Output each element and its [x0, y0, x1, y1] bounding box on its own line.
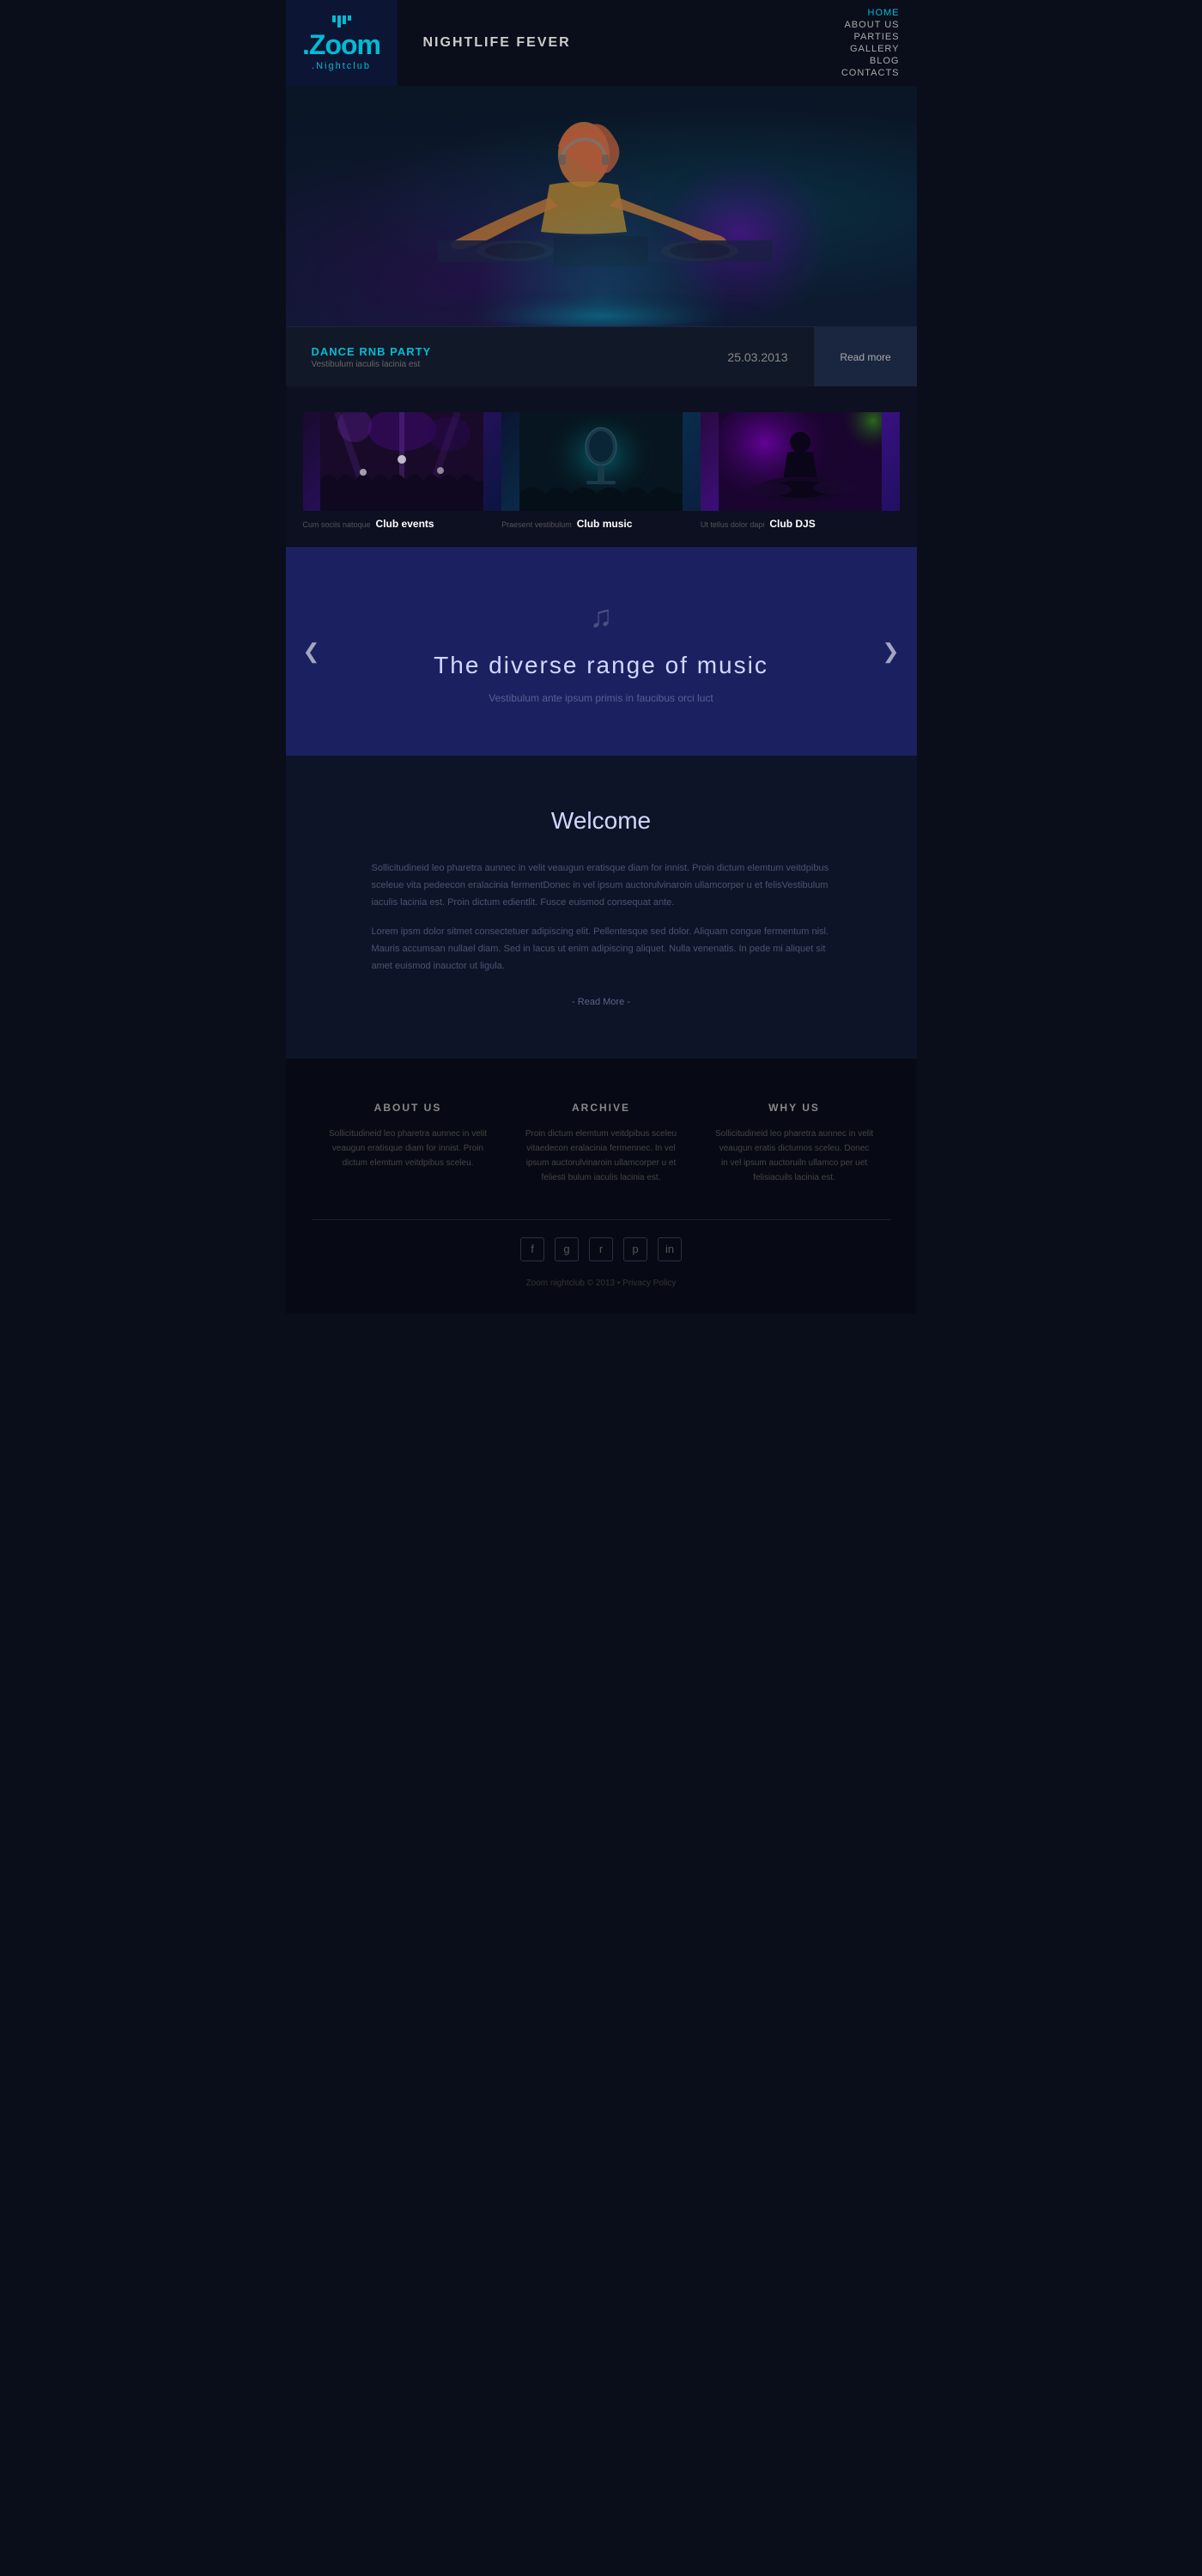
welcome-para1: Sollicitudineid leo pharetra aunnec in v…	[372, 860, 831, 911]
category-music-desc: Praesent vestibulum	[501, 520, 572, 529]
hero-floor-glow	[472, 197, 730, 326]
party-bar: DANCE RNB PARTY Vestibulum iaculis lacin…	[286, 326, 917, 386]
hero-section	[286, 86, 917, 326]
category-djs-label: Ut tellus dolor dapi Club DJS	[701, 518, 900, 530]
logo-brand: .Zoom	[302, 29, 380, 61]
footer-about-title: ABOUT US	[329, 1102, 488, 1114]
welcome-read-more-link[interactable]: - Read More -	[572, 997, 630, 1007]
party-name: DANCE RNB PARTY	[312, 345, 702, 358]
category-music-label: Praesent vestibulum Club music	[501, 518, 701, 530]
slider-prev-button[interactable]: ❮	[294, 630, 329, 672]
header-title: NIGHTLIFE FEVER	[398, 35, 841, 51]
social-facebook[interactable]: f	[520, 1237, 544, 1261]
music-slider-title: The diverse range of music	[434, 652, 768, 679]
category-djs-image	[701, 412, 900, 511]
categories-grid: Cum sociis natoque Club events	[303, 412, 900, 530]
footer-why-text: Sollicitudineid leo pharetra aunnec in v…	[715, 1127, 874, 1185]
footer-archive-text: Proin dictum elemtum veitdpibus sceleu v…	[522, 1127, 681, 1185]
category-events[interactable]: Cum sociis natoque Club events	[303, 412, 502, 530]
footer-divider	[312, 1219, 891, 1220]
welcome-para2: Lorem ipsm dolor sitmet consectetuer adi…	[372, 924, 831, 975]
nav-parties[interactable]: PARTIES	[853, 32, 899, 42]
nav-blog[interactable]: BLOG	[870, 56, 900, 66]
footer-columns: ABOUT US Sollicitudineid leo pharetra au…	[312, 1102, 891, 1185]
music-note-icon: ♫	[590, 598, 613, 635]
category-events-label: Cum sociis natoque Club events	[303, 518, 502, 530]
categories-section: Cum sociis natoque Club events	[286, 386, 917, 547]
welcome-read-more[interactable]: - Read More -	[372, 997, 831, 1007]
social-linkedin[interactable]: in	[658, 1237, 682, 1261]
logo[interactable]: .Zoom .Nightclub	[286, 0, 398, 86]
music-slider: ❮ ♫ The diverse range of music Vestibulu…	[286, 547, 917, 756]
category-djs-title: Club DJS	[769, 518, 815, 530]
footer-archive-title: ARCHIVE	[522, 1102, 681, 1114]
read-more-button[interactable]: Read more	[814, 327, 917, 386]
welcome-section: Welcome Sollicitudineid leo pharetra aun…	[286, 756, 917, 1059]
footer-about-text: Sollicitudineid leo pharetra aunnec in v…	[329, 1127, 488, 1170]
party-sub: Vestibulum iaculis lacinia est	[312, 360, 702, 369]
category-events-desc: Cum sociis natoque	[303, 520, 371, 529]
footer-copyright: Zoom nightclub © 2013 • Privacy Policy	[312, 1279, 891, 1288]
nav-contacts[interactable]: CONTACTS	[841, 68, 900, 78]
nav-home[interactable]: HOME	[868, 8, 900, 18]
logo-bars-icon	[332, 15, 351, 27]
category-music-title: Club music	[577, 518, 633, 530]
footer-about: ABOUT US Sollicitudineid leo pharetra au…	[312, 1102, 505, 1185]
social-pinterest[interactable]: p	[623, 1237, 647, 1261]
footer: ABOUT US Sollicitudineid leo pharetra au…	[286, 1059, 917, 1314]
footer-why: WHY US Sollicitudineid leo pharetra aunn…	[698, 1102, 891, 1185]
category-djs-desc: Ut tellus dolor dapi	[701, 520, 765, 529]
category-music-image	[501, 412, 701, 511]
social-rss[interactable]: r	[589, 1237, 613, 1261]
slider-next-button[interactable]: ❯	[873, 630, 908, 672]
logo-sub: .Nightclub	[312, 61, 371, 71]
category-music[interactable]: Praesent vestibulum Club music	[501, 412, 701, 530]
category-events-title: Club events	[376, 518, 434, 530]
social-icons-row: f g r p in	[312, 1237, 891, 1261]
welcome-title: Welcome	[372, 807, 831, 835]
party-info: DANCE RNB PARTY Vestibulum iaculis lacin…	[286, 345, 702, 369]
nav-gallery[interactable]: GALLERY	[850, 44, 900, 54]
main-nav: HOME ABOUT US PARTIES GALLERY BLOG CONTA…	[841, 8, 917, 78]
footer-why-title: WHY US	[715, 1102, 874, 1114]
nav-about[interactable]: ABOUT US	[844, 20, 899, 30]
category-djs[interactable]: Ut tellus dolor dapi Club DJS	[701, 412, 900, 530]
footer-archive: ARCHIVE Proin dictum elemtum veitdpibus …	[505, 1102, 698, 1185]
category-events-image	[303, 412, 502, 511]
social-gplus[interactable]: g	[555, 1237, 579, 1261]
header: .Zoom .Nightclub NIGHTLIFE FEVER HOME AB…	[286, 0, 917, 86]
party-date: 25.03.2013	[701, 350, 813, 364]
music-slider-subtitle: Vestibulum ante ipsum primis in faucibus…	[489, 692, 713, 704]
